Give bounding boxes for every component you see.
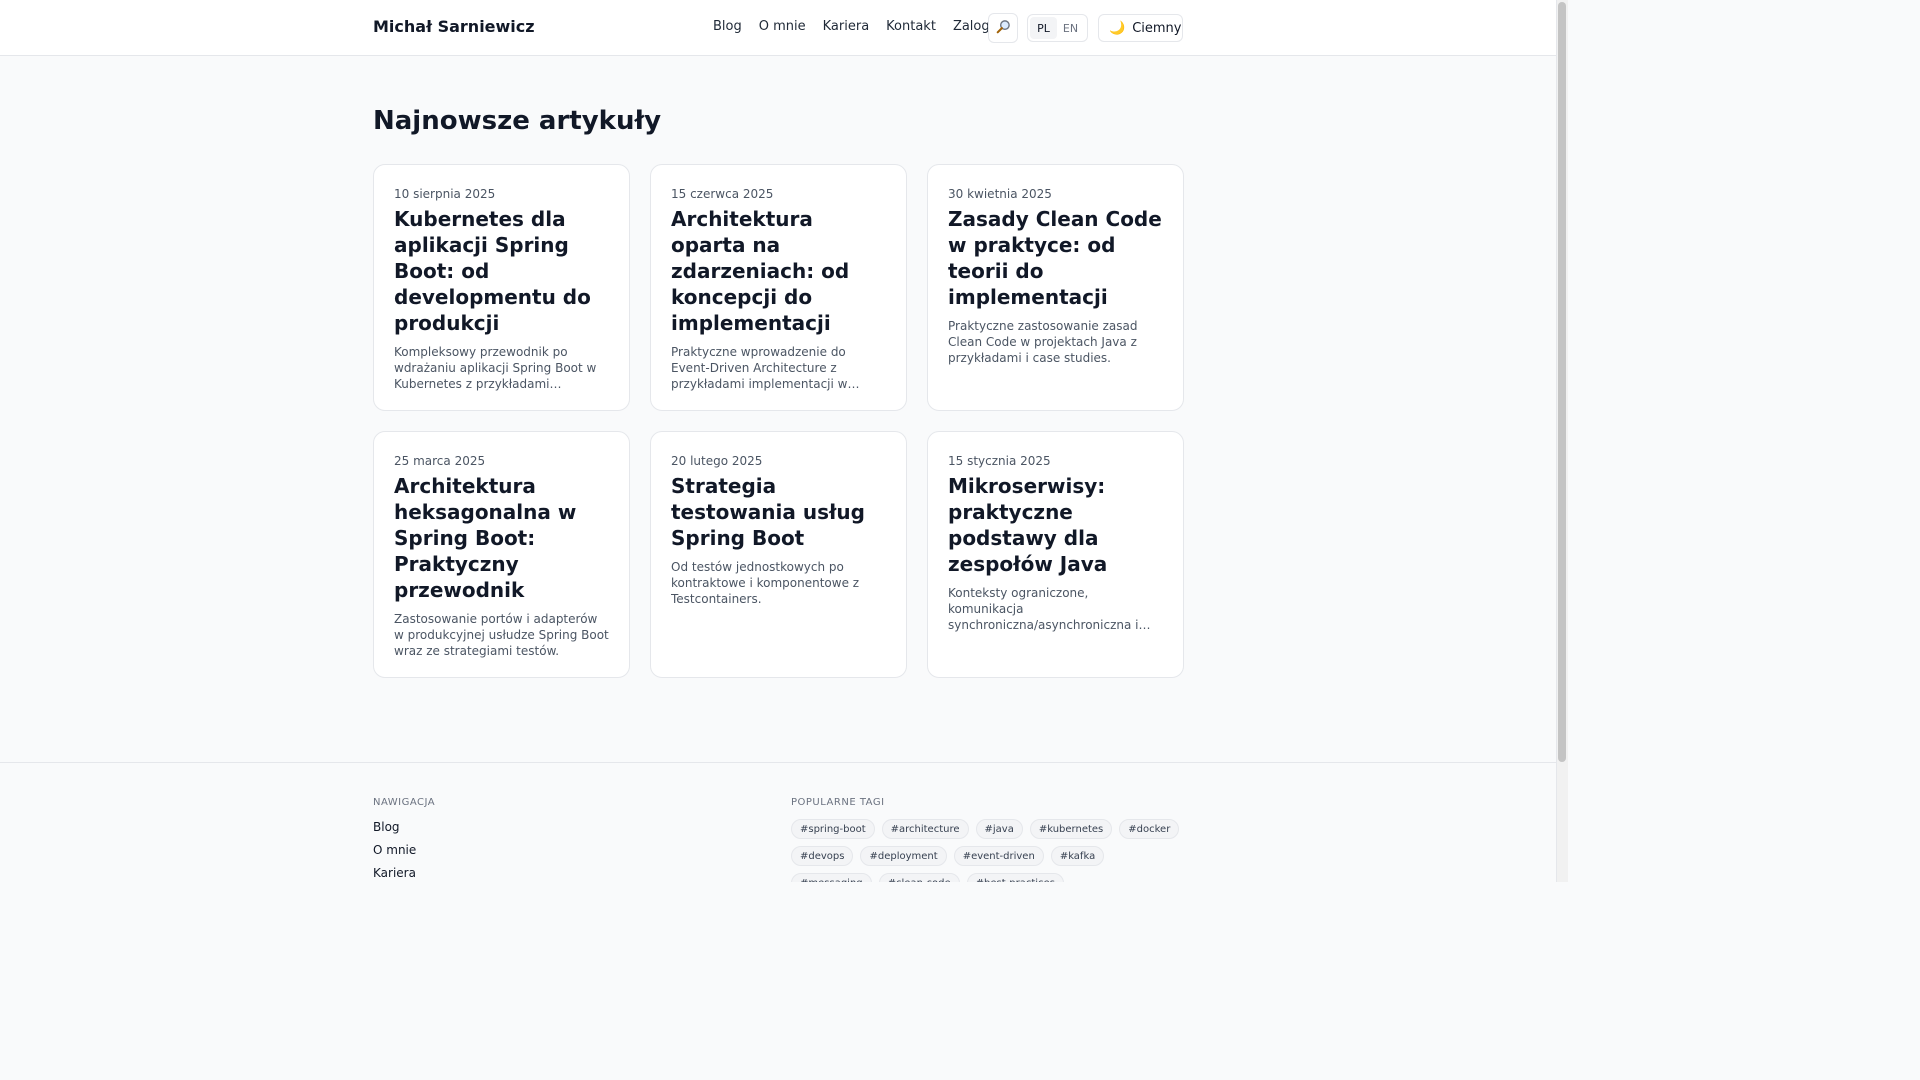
footer-link-about[interactable]: O mnie (373, 842, 416, 865)
article-title[interactable]: Architektura heksagonalna w Spring Boot:… (394, 473, 609, 603)
nav-blog[interactable]: Blog (713, 19, 742, 34)
magnifier-icon (996, 19, 1011, 38)
article-grid: 10 sierpnia 2025 Kubernetes dla aplikacj… (373, 164, 1184, 678)
footer-link-blog[interactable]: Blog (373, 819, 416, 842)
nav-career[interactable]: Kariera (823, 19, 870, 34)
tag-chip[interactable]: #kubernetes (1029, 819, 1113, 839)
nav-about[interactable]: O mnie (759, 19, 806, 34)
article-excerpt: Kompleksowy przewodnik po wdrażaniu apli… (394, 345, 597, 391)
article-title[interactable]: Zasady Clean Code w praktyce: od teorii … (948, 206, 1163, 310)
tag-chip[interactable]: #event-driven (953, 846, 1044, 866)
tag-chip[interactable]: #devops (791, 846, 854, 866)
article-date: 15 czerwca 2025 (671, 187, 774, 201)
lang-pl-option[interactable]: PL (1030, 17, 1057, 39)
vertical-scrollbar[interactable] (1556, 0, 1568, 882)
footer-tags-heading: POPULARNE TAGI (791, 797, 885, 808)
search-button[interactable] (988, 13, 1018, 43)
article-date: 20 lutego 2025 (671, 454, 763, 468)
article-excerpt: Praktyczne wprowadzenie do Event-Driven … (671, 345, 848, 391)
scrollbar-thumb[interactable] (1558, 2, 1566, 762)
article-title[interactable]: Kubernetes dla aplikacji Spring Boot: od… (394, 206, 609, 336)
article-excerpt: Zastosowanie portów i adapterów w produk… (394, 612, 609, 658)
tag-chip[interactable]: #architecture (881, 819, 969, 839)
tag-chip[interactable]: #java (975, 819, 1023, 839)
page-title: Najnowsze artykuły (373, 106, 662, 136)
brand-link[interactable]: Michał Sarniewicz (373, 17, 535, 36)
article-excerpt: Od testów jednostkowych po kontraktowe i… (671, 560, 860, 606)
article-card[interactable]: 25 marca 2025 Architektura heksagonalna … (373, 431, 630, 678)
tag-chip[interactable]: #best-practices (966, 873, 1064, 882)
lang-en-option[interactable]: EN (1057, 17, 1084, 39)
language-switcher: PL EN (1027, 14, 1088, 42)
tag-chip[interactable]: #docker (1119, 819, 1180, 839)
tag-chip[interactable]: #deployment (860, 846, 947, 866)
article-date: 15 stycznia 2025 (948, 454, 1051, 468)
site-header: Michał Sarniewicz Blog O mnie Kariera Ko… (0, 0, 1556, 56)
article-card[interactable]: 15 stycznia 2025 Mikroserwisy: praktyczn… (927, 431, 1184, 678)
article-card[interactable]: 30 kwietnia 2025 Zasady Clean Code w pra… (927, 164, 1184, 411)
article-date: 10 sierpnia 2025 (394, 187, 496, 201)
page: Michał Sarniewicz Blog O mnie Kariera Ko… (0, 0, 1568, 882)
tag-chip[interactable]: #kafka (1050, 846, 1105, 866)
tag-chip[interactable]: #messaging (791, 873, 872, 882)
main-nav: Blog O mnie Kariera Kontakt Zaloguj (713, 19, 1018, 34)
article-date: 25 marca 2025 (394, 454, 486, 468)
popular-tags: #spring-boot #architecture #java #kubern… (791, 819, 1191, 882)
theme-toggle-label: Ciemny (1132, 20, 1182, 36)
theme-toggle-button[interactable]: 🌙 Ciemny (1098, 14, 1183, 42)
moon-icon: 🌙 (1109, 20, 1126, 36)
article-excerpt: Konteksty ograniczone, komunikacja synch… (948, 586, 1139, 632)
article-title[interactable]: Strategia testowania usług Spring Boot (671, 473, 886, 551)
article-card[interactable]: 10 sierpnia 2025 Kubernetes dla aplikacj… (373, 164, 630, 411)
footer-nav: Blog O mnie Kariera (373, 819, 416, 882)
article-title[interactable]: Architektura oparta na zdarzeniach: od k… (671, 206, 886, 336)
article-card[interactable]: 15 czerwca 2025 Architektura oparta na z… (650, 164, 907, 411)
site-footer: NAWIGACJA Blog O mnie Kariera POPULARNE … (0, 762, 1556, 882)
footer-nav-heading: NAWIGACJA (373, 797, 436, 808)
article-card[interactable]: 20 lutego 2025 Strategia testowania usłu… (650, 431, 907, 678)
nav-contact[interactable]: Kontakt (886, 19, 936, 34)
tag-chip[interactable]: #clean-code (878, 873, 960, 882)
article-date: 30 kwietnia 2025 (948, 187, 1052, 201)
article-title[interactable]: Mikroserwisy: praktyczne podstawy dla ze… (948, 473, 1163, 577)
footer-link-career[interactable]: Kariera (373, 865, 416, 882)
tag-chip[interactable]: #spring-boot (791, 819, 875, 839)
article-excerpt: Praktyczne zastosowanie zasad Clean Code… (948, 319, 1138, 365)
